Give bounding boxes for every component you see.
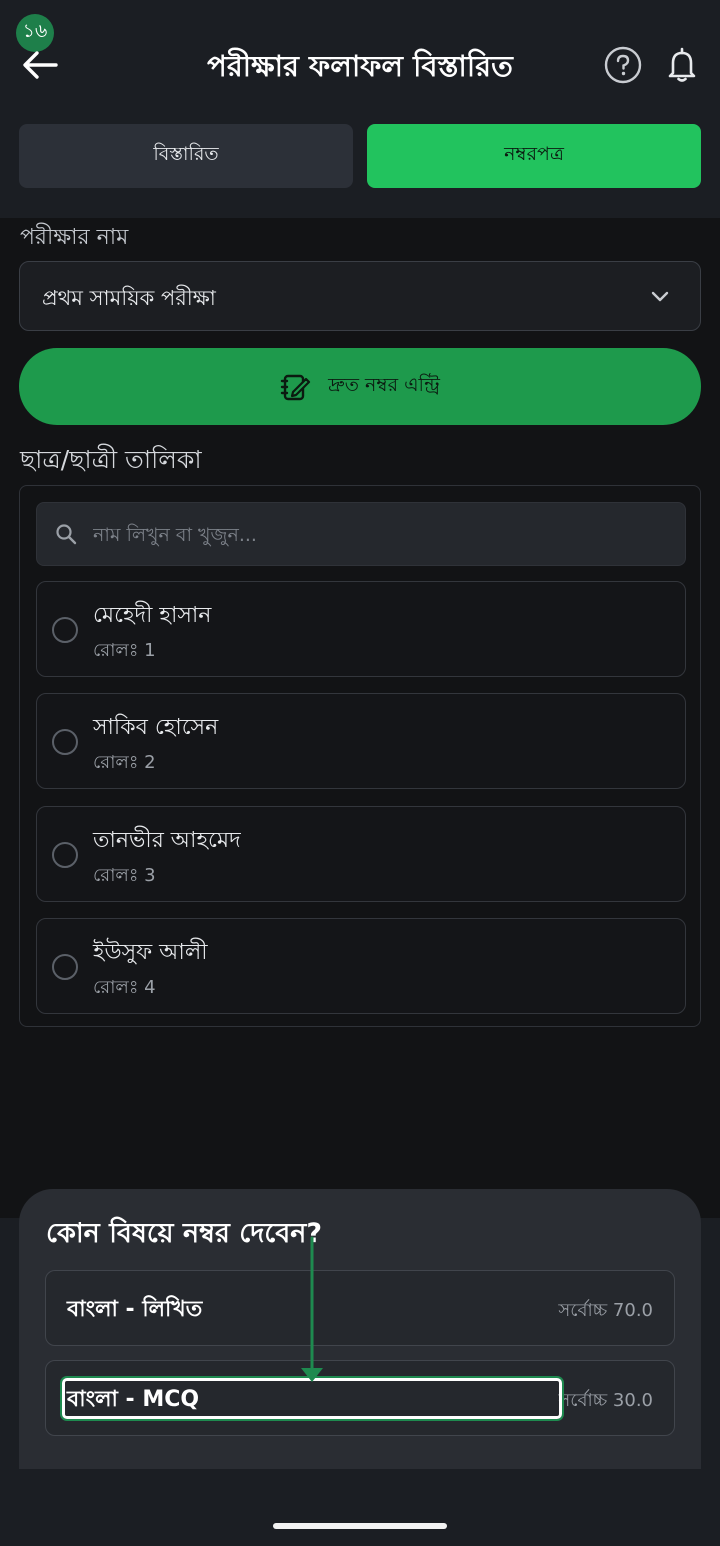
student-list: মেহেদী হাসান রোলঃ 1 সাকিব হোসেন রোলঃ 2 ত…: [19, 485, 701, 1027]
student-list-title: ছাত্র/ছাত্রী তালিকা: [20, 445, 202, 474]
exam-select[interactable]: প্রথম সাময়িক পরীক্ষা: [19, 261, 701, 331]
selection-highlight: [62, 1378, 562, 1419]
bell-icon: [668, 47, 696, 82]
student-search: [36, 502, 686, 566]
student-item[interactable]: মেহেদী হাসান রোলঃ 1: [36, 581, 686, 677]
student-radio[interactable]: [52, 954, 78, 980]
tab-marksheet[interactable]: নম্বরপত্র: [367, 124, 701, 188]
student-name: ইউসুফ আলী: [93, 940, 208, 965]
student-name: তানভীর আহমেদ: [93, 828, 241, 853]
student-name: সাকিব হোসেন: [93, 715, 219, 740]
student-roll: রোলঃ 3: [93, 865, 156, 886]
edit-note-icon: [280, 374, 311, 400]
student-item[interactable]: তানভীর আহমেদ রোলঃ 3: [36, 806, 686, 902]
quick-mark-entry-label: দ্রুত নম্বর এন্ট্রি: [328, 373, 440, 396]
student-radio[interactable]: [52, 617, 78, 643]
student-roll: রোলঃ 4: [93, 977, 156, 998]
back-button[interactable]: [20, 48, 60, 82]
exam-select-value: প্রথম সাময়িক পরীক্ষা: [42, 286, 216, 310]
student-item[interactable]: সাকিব হোসেন রোলঃ 2: [36, 693, 686, 789]
student-roll: রোলঃ 1: [93, 640, 156, 661]
help-icon: [604, 46, 642, 84]
subject-option[interactable]: বাংলা - লিখিত সর্বোচ্চ 70.0: [45, 1270, 675, 1346]
tab-details[interactable]: বিস্তারিত: [19, 124, 353, 188]
search-input[interactable]: [93, 513, 673, 557]
quick-mark-entry-button[interactable]: দ্রুত নম্বর এন্ট্রি: [19, 348, 701, 425]
subject-max-marks: সর্বোচ্চ 30.0: [558, 1390, 653, 1411]
search-icon: [56, 524, 77, 545]
app-header: ১৬ পরীক্ষার ফলাফল বিস্তারিত: [0, 0, 720, 120]
student-radio[interactable]: [52, 842, 78, 868]
tab-bar: বিস্তারিত নম্বরপত্র: [19, 124, 701, 188]
step-badge: ১৬: [16, 14, 54, 52]
marksheet-panel: পরীক্ষার নাম প্রথম সাময়িক পরীক্ষা দ্রুত…: [0, 218, 720, 1218]
subject-sheet-title: কোন বিষয়ে নম্বর দেবেন?: [46, 1218, 323, 1249]
student-name: মেহেদী হাসান: [93, 603, 212, 628]
notification-button[interactable]: [664, 46, 700, 84]
home-indicator[interactable]: [273, 1523, 447, 1529]
chevron-down-icon: [651, 291, 669, 302]
back-arrow-icon: [23, 51, 58, 79]
exam-name-label: পরীক্ষার নাম: [20, 225, 129, 250]
student-roll: রোলঃ 2: [93, 752, 156, 773]
student-item[interactable]: ইউসুফ আলী রোলঃ 4: [36, 918, 686, 1014]
student-radio[interactable]: [52, 729, 78, 755]
page-title: পরীক্ষার ফলাফল বিস্তারিত: [207, 49, 513, 83]
subject-bottom-sheet: কোন বিষয়ে নম্বর দেবেন? বাংলা - লিখিত সর…: [19, 1189, 701, 1469]
help-button[interactable]: [604, 46, 642, 84]
subject-name: বাংলা - লিখিত: [67, 1297, 203, 1322]
subject-max-marks: সর্বোচ্চ 70.0: [558, 1300, 653, 1321]
